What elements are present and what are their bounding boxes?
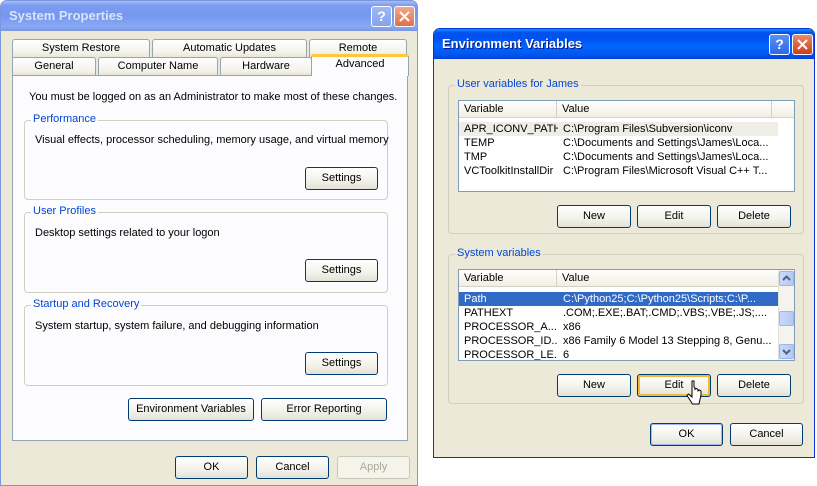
environment-variables-button[interactable]: Environment Variables xyxy=(128,398,254,421)
column-header-variable[interactable]: Variable xyxy=(459,101,557,118)
performance-group: Performance Visual effects, processor sc… xyxy=(24,113,389,200)
list-item[interactable]: TEMP C:\Documents and Settings\James\Loc… xyxy=(459,136,778,150)
variable-name: PROCESSOR_ID... xyxy=(464,335,558,347)
user-profiles-group-label: User Profiles xyxy=(31,205,98,217)
ok-button[interactable]: OK xyxy=(650,423,723,446)
user-variables-group-label: User variables for James xyxy=(455,78,581,90)
apply-button[interactable]: Apply xyxy=(337,456,410,479)
variable-name: PROCESSOR_A... xyxy=(464,321,557,333)
variable-value: 6 xyxy=(563,349,570,361)
variable-value: C:\Program Files\Subversion\iconv xyxy=(563,123,733,135)
close-icon[interactable] xyxy=(394,6,415,27)
list-item[interactable]: PROCESSOR_A... x86 xyxy=(459,320,778,334)
list-item[interactable]: Path C:\Python25;C:\Python25\Scripts;C:\… xyxy=(459,292,778,306)
user-edit-button[interactable]: Edit xyxy=(637,205,711,228)
window-title: System Properties xyxy=(9,8,124,23)
scroll-up-arrow-icon[interactable] xyxy=(779,271,794,286)
error-reporting-button[interactable]: Error Reporting xyxy=(261,398,387,421)
startup-recovery-settings-button[interactable]: Settings xyxy=(305,352,378,375)
system-properties-window: System Properties ? System Restore Autom… xyxy=(0,0,418,486)
tab-general[interactable]: General xyxy=(12,57,96,76)
list-header: Variable Value xyxy=(459,101,794,118)
list-item[interactable]: APR_ICONV_PATH C:\Program Files\Subversi… xyxy=(459,122,778,136)
title-bar[interactable]: Environment Variables ? xyxy=(434,29,814,59)
variable-value: C:\Python25;C:\Python25\Scripts;C:\P... xyxy=(563,293,757,305)
user-variables-group: User variables for James Variable Value … xyxy=(448,78,804,234)
help-icon[interactable]: ? xyxy=(371,6,392,27)
system-delete-button[interactable]: Delete xyxy=(717,374,791,397)
variable-name: APR_ICONV_PATH xyxy=(464,123,558,135)
user-profiles-group: User Profiles Desktop settings related t… xyxy=(24,205,388,293)
performance-description: Visual effects, processor scheduling, me… xyxy=(35,134,389,146)
system-variables-group: System variables Variable Value Path C:\… xyxy=(448,247,804,404)
user-profiles-description: Desktop settings related to your logon xyxy=(35,227,220,239)
help-icon[interactable]: ? xyxy=(769,34,790,55)
cancel-button[interactable]: Cancel xyxy=(730,423,803,446)
user-profiles-settings-button[interactable]: Settings xyxy=(305,259,378,282)
title-bar[interactable]: System Properties ? xyxy=(1,1,417,31)
system-new-button[interactable]: New xyxy=(557,374,631,397)
variable-name: VCToolkitInstallDir xyxy=(464,165,554,177)
list-item[interactable]: PATHEXT .COM;.EXE;.BAT;.CMD;.VBS;.VBE;.J… xyxy=(459,306,778,320)
variable-value: C:\Documents and Settings\James\Loca... xyxy=(563,151,769,163)
variable-name: Path xyxy=(464,293,487,305)
list-item[interactable]: TMP C:\Documents and Settings\James\Loca… xyxy=(459,150,778,164)
mouse-pointer-icon xyxy=(686,380,702,405)
startup-recovery-description: System startup, system failure, and debu… xyxy=(35,320,319,332)
environment-variables-window: Environment Variables ? User variables f… xyxy=(433,28,815,458)
advanced-tab-panel: You must be logged on as an Administrato… xyxy=(12,75,408,441)
variable-value: .COM;.EXE;.BAT;.CMD;.VBS;.VBE;.JS;.... xyxy=(563,307,767,319)
list-item[interactable]: VCToolkitInstallDir C:\Program Files\Mic… xyxy=(459,164,778,178)
vertical-scrollbar[interactable] xyxy=(778,270,794,360)
list-header: Variable Value xyxy=(459,270,778,287)
startup-recovery-group-label: Startup and Recovery xyxy=(31,298,142,310)
scroll-down-arrow-icon[interactable] xyxy=(779,344,794,359)
tab-automatic-updates[interactable]: Automatic Updates xyxy=(152,39,307,58)
list-item[interactable]: PROCESSOR_ID... x86 Family 6 Model 13 St… xyxy=(459,334,778,348)
user-delete-button[interactable]: Delete xyxy=(717,205,791,228)
tab-computer-name[interactable]: Computer Name xyxy=(98,57,218,76)
tab-hardware[interactable]: Hardware xyxy=(220,57,312,76)
variable-value: x86 Family 6 Model 13 Stepping 8, Genu..… xyxy=(563,335,772,347)
column-header-value[interactable]: Value xyxy=(557,270,778,287)
variable-name: TMP xyxy=(464,151,488,163)
startup-recovery-group: Startup and Recovery System startup, sys… xyxy=(24,298,388,386)
variable-name: PATHEXT xyxy=(464,307,514,319)
user-new-button[interactable]: New xyxy=(557,205,631,228)
window-title: Environment Variables xyxy=(442,36,583,51)
close-icon[interactable] xyxy=(792,34,813,55)
admin-notice: You must be logged on as an Administrato… xyxy=(29,91,398,103)
performance-settings-button[interactable]: Settings xyxy=(305,167,378,190)
user-variables-list[interactable]: Variable Value APR_ICONV_PATH C:\Program… xyxy=(458,100,795,192)
list-item[interactable]: PROCESSOR_LE... 6 xyxy=(459,348,778,361)
ok-button[interactable]: OK xyxy=(175,456,248,479)
tab-system-restore[interactable]: System Restore xyxy=(12,39,150,58)
performance-group-label: Performance xyxy=(31,113,98,125)
variable-value: x86 xyxy=(563,321,581,333)
column-header-variable[interactable]: Variable xyxy=(459,270,557,287)
system-variables-list[interactable]: Variable Value Path C:\Python25;C:\Pytho… xyxy=(458,269,795,361)
variable-value: C:\Program Files\Microsoft Visual C++ T.… xyxy=(563,165,768,177)
system-variables-group-label: System variables xyxy=(455,247,543,259)
variable-name: TEMP xyxy=(464,137,495,149)
variable-name: PROCESSOR_LE... xyxy=(464,349,558,361)
scroll-thumb[interactable] xyxy=(779,311,794,326)
variable-value: C:\Documents and Settings\James\Loca... xyxy=(563,137,769,149)
cancel-button[interactable]: Cancel xyxy=(256,456,329,479)
column-header-value[interactable]: Value xyxy=(557,101,772,118)
tab-advanced[interactable]: Advanced xyxy=(311,54,409,76)
